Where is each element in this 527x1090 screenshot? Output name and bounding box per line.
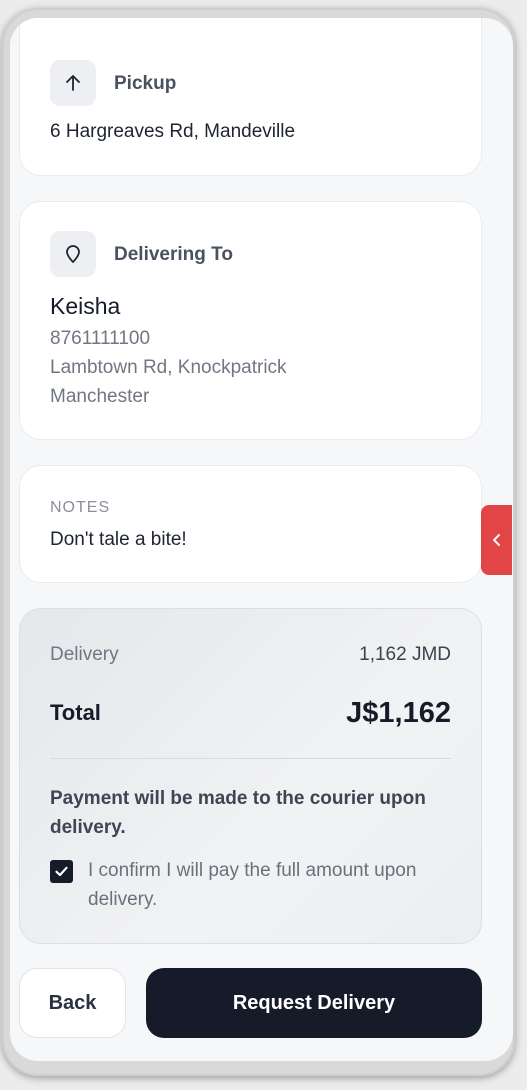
pickup-icon-box [50, 60, 96, 106]
delivering-to-card: Delivering To Keisha 8761111100 Lambtown… [19, 201, 482, 440]
delivery-fee-value: 1,162 JMD [359, 644, 451, 665]
confirm-text[interactable]: I confirm I will pay the full amount upo… [88, 856, 428, 914]
location-pin-icon [66, 245, 80, 263]
recipient-address-line1: Lambtown Rd, Knockpatrick [50, 357, 287, 378]
summary-divider [50, 758, 451, 759]
back-button[interactable]: Back [19, 968, 126, 1038]
delivery-fee-label: Delivery [50, 644, 119, 665]
checkmark-icon [55, 866, 68, 877]
payment-summary: Delivery 1,162 JMD Total J$1,162 Payment… [19, 608, 482, 944]
delivering-to-heading: Delivering To [114, 244, 233, 265]
recipient-phone: 8761111100 [50, 328, 151, 349]
confirm-checkbox[interactable] [50, 860, 73, 883]
recipient-address-line2: Manchester [50, 386, 150, 407]
request-delivery-button[interactable]: Request Delivery [146, 968, 482, 1038]
notes-card: NOTES Don't tale a bite! [19, 465, 482, 583]
side-panel-toggle[interactable] [481, 505, 512, 575]
delivery-review-screen: Pickup 6 Hargreaves Rd, Mandeville Deliv… [10, 18, 513, 1061]
payment-note: Payment will be made to the courier upon… [50, 788, 426, 838]
notes-label: NOTES [50, 499, 111, 516]
notes-text: Don't tale a bite! [50, 529, 187, 550]
destination-icon-box [50, 231, 96, 277]
total-label: Total [50, 700, 101, 725]
arrow-up-icon [66, 75, 80, 91]
chevron-left-icon [492, 534, 500, 546]
total-value: J$1,162 [346, 697, 451, 729]
pickup-address: 6 Hargreaves Rd, Mandeville [50, 121, 296, 142]
pickup-card: Pickup 6 Hargreaves Rd, Mandeville [19, 18, 482, 176]
pickup-heading: Pickup [114, 73, 177, 94]
recipient-name: Keisha [50, 293, 121, 319]
